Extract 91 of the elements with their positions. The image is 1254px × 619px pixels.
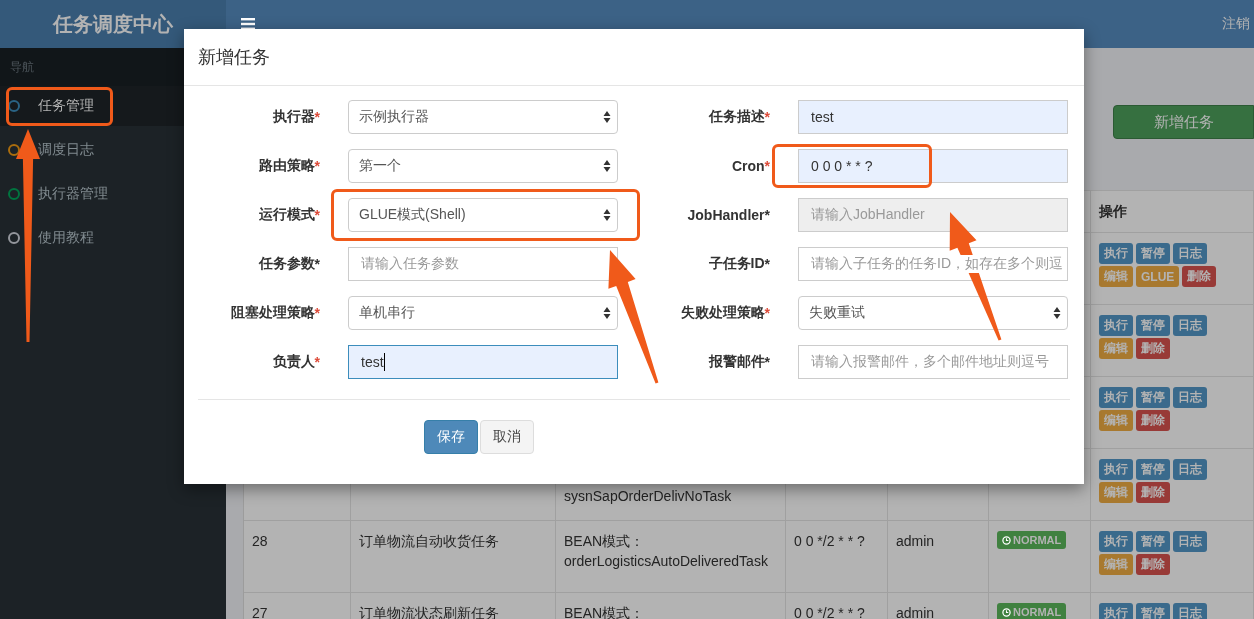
text-cursor (383, 353, 385, 371)
action-button[interactable]: 暂停 (1136, 531, 1170, 552)
select-arrows-icon (603, 208, 611, 222)
action-button[interactable]: 编辑 (1099, 482, 1133, 503)
required-mark: * (314, 207, 320, 223)
action-button[interactable]: 日志 (1173, 603, 1207, 619)
table-cell-text: 0 0 */2 * * ? (794, 604, 866, 619)
app-title: 任务调度中心 (0, 0, 226, 48)
field-label: 路由策略 (258, 157, 315, 175)
field-label: 子任务ID (708, 255, 765, 273)
input-field[interactable]: test (798, 100, 1068, 134)
status-badge: NORMAL (997, 531, 1067, 549)
action-button[interactable]: 日志 (1173, 243, 1207, 264)
table-cell-text: orderLogisticsAutoDeliveredTask (564, 552, 769, 571)
action-button[interactable]: 执行 (1099, 315, 1133, 336)
select-field[interactable]: 失败重试 (798, 296, 1068, 330)
column-header: 操作 (1099, 202, 1128, 221)
table-cell-text: 0 0 */2 * * ? (794, 532, 866, 551)
field-label: Cron (731, 158, 765, 174)
required-mark: * (314, 256, 320, 272)
action-button[interactable]: 日志 (1173, 315, 1207, 336)
action-button[interactable]: 编辑 (1099, 266, 1133, 287)
action-button[interactable]: 暂停 (1136, 243, 1170, 264)
table-cell-text: 27 (252, 604, 269, 619)
required-mark: * (764, 354, 770, 370)
table-cell-text: BEAN模式： (564, 604, 646, 619)
table-cell-text: admin (896, 604, 936, 619)
logout-link[interactable]: 注销 (1222, 15, 1250, 33)
action-button[interactable]: 删除 (1136, 410, 1170, 431)
action-button[interactable]: 暂停 (1136, 387, 1170, 408)
required-mark: * (314, 158, 320, 174)
select-field[interactable]: 第一个 (348, 149, 618, 183)
required-mark: * (764, 256, 770, 272)
table-cell-text: BEAN模式： (564, 532, 646, 551)
required-mark: * (314, 109, 320, 125)
required-mark: * (764, 207, 770, 223)
required-mark: * (764, 305, 770, 321)
field-label: JobHandler (687, 207, 765, 223)
required-mark: * (314, 354, 320, 370)
field-label: 运行模式 (258, 206, 315, 224)
input-field[interactable]: 请输入子任务的任务ID，如存在多个则逗 (798, 247, 1068, 281)
action-button[interactable]: 日志 (1173, 531, 1207, 552)
action-button[interactable]: 暂停 (1136, 315, 1170, 336)
action-button[interactable]: 日志 (1173, 387, 1207, 408)
field-label: 执行器 (272, 108, 315, 126)
action-button[interactable]: 日志 (1173, 459, 1207, 480)
field-label: 任务参数 (258, 255, 315, 273)
action-button[interactable]: 执行 (1099, 387, 1133, 408)
required-mark: * (764, 158, 770, 174)
action-button[interactable]: 删除 (1182, 266, 1217, 287)
table-cell-text: 订单物流自动收货任务 (359, 532, 500, 551)
action-button[interactable]: 删除 (1136, 554, 1170, 575)
action-button[interactable]: 暂停 (1136, 459, 1170, 480)
select-field[interactable]: 示例执行器 (348, 100, 618, 134)
field-label: 报警邮件 (708, 353, 765, 371)
input-field[interactable]: 请输入报警邮件，多个邮件地址则逗号 (798, 345, 1068, 379)
input-field[interactable]: 0 0 0 * * ? (798, 149, 1068, 183)
sidebar-item[interactable]: 使用教程 (0, 218, 226, 258)
action-button[interactable]: 执行 (1099, 243, 1133, 264)
action-button[interactable]: 执行 (1099, 459, 1133, 480)
status-badge: NORMAL (997, 603, 1067, 619)
required-mark: * (314, 305, 320, 321)
input-field[interactable]: 请输入任务参数 (348, 247, 618, 281)
action-button[interactable]: 编辑 (1099, 338, 1133, 359)
table-cell-text: admin (896, 532, 936, 551)
input-field[interactable]: test (348, 345, 618, 379)
add-task-button[interactable]: 新增任务 (1113, 105, 1254, 139)
select-arrows-icon (603, 159, 611, 173)
select-field[interactable]: GLUE模式(Shell) (348, 198, 618, 232)
select-arrows-icon (603, 110, 611, 124)
table-cell-text: 28 (252, 532, 269, 551)
field-label: 失败处理策略 (680, 304, 765, 322)
select-arrows-icon (603, 306, 611, 320)
field-label: 负责人 (272, 353, 315, 371)
select-arrows-icon (1053, 306, 1061, 320)
action-button[interactable]: 执行 (1099, 603, 1133, 619)
action-button[interactable]: 删除 (1136, 482, 1170, 503)
table-cell-text: sysnSapOrderDelivNoTask (564, 487, 733, 506)
sidebar-item[interactable]: 执行器管理 (0, 174, 226, 214)
field-label: 阻塞处理策略 (230, 304, 315, 322)
action-button[interactable]: 编辑 (1099, 410, 1133, 431)
select-field[interactable]: 单机串行 (348, 296, 618, 330)
action-button[interactable]: 执行 (1099, 531, 1133, 552)
action-button[interactable]: 编辑 (1099, 554, 1133, 575)
field-label: 任务描述 (708, 108, 765, 126)
save-button[interactable]: 保存 (424, 420, 478, 454)
action-button[interactable]: 暂停 (1136, 603, 1170, 619)
action-button[interactable]: GLUE (1136, 266, 1180, 287)
cancel-button[interactable]: 取消 (480, 420, 534, 454)
action-button[interactable]: 删除 (1136, 338, 1170, 359)
required-mark: * (764, 109, 770, 125)
